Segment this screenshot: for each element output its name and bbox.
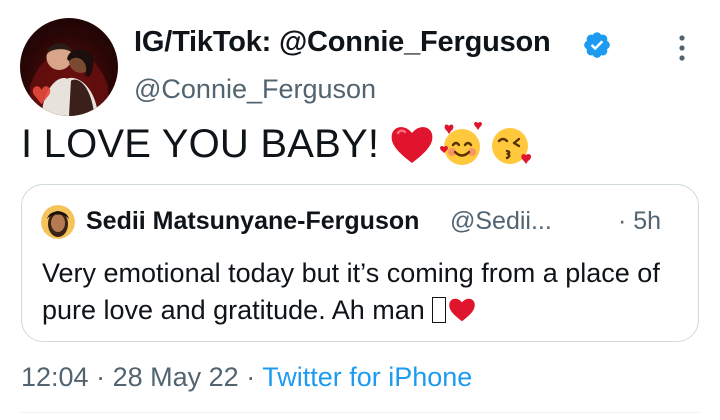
- tweet-metadata: 12:04 · 28 May 22 · Twitter for iPhone: [21, 362, 472, 393]
- quoted-tweet-time[interactable]: · 5h: [618, 207, 661, 236]
- quoted-tweet[interactable]: Sedii Matsunyane-Ferguson @Sedii... · 5h…: [21, 184, 699, 342]
- quoted-author-display-name[interactable]: Sedii Matsunyane-Ferguson: [86, 207, 419, 236]
- tweet-source-link[interactable]: Twitter for iPhone: [262, 362, 472, 392]
- tweet-emoji-row: [388, 121, 536, 169]
- quoted-time-separator: ·: [618, 207, 627, 235]
- tweet-body-text: I LOVE YOU BABY!: [21, 122, 380, 166]
- tweet-card: IG/TikTok: @Connie_Ferguson @Connie_Ferg…: [0, 0, 720, 420]
- tweet-time[interactable]: 12:04: [21, 362, 89, 392]
- face-blowing-a-kiss-emoji-icon: [492, 128, 532, 164]
- verified-badge-icon: [584, 32, 610, 58]
- quoted-tweet-body: Very emotional today but it’s coming fro…: [42, 258, 660, 325]
- quoted-author-handle[interactable]: @Sedii...: [450, 207, 552, 236]
- quoted-author-avatar[interactable]: [41, 205, 75, 239]
- avatar-photo: [29, 43, 109, 116]
- tweet-date[interactable]: 28 May 22: [113, 362, 239, 392]
- author-handle[interactable]: @Connie_Ferguson: [134, 74, 376, 105]
- quoted-time-value: 5h: [633, 207, 662, 235]
- meta-separator: ·: [96, 362, 106, 392]
- author-display-name[interactable]: IG/TikTok: @Connie_Ferguson: [134, 26, 551, 59]
- red-heart-emoji-icon: [449, 298, 476, 322]
- more-options-icon[interactable]: [676, 34, 688, 62]
- divider: [20, 412, 700, 413]
- missing-glyph-icon: [432, 297, 447, 323]
- quoted-tweet-text: Very emotional today but it’s coming fro…: [42, 255, 682, 329]
- meta-separator: ·: [246, 362, 256, 392]
- quoted-avatar-photo: [41, 205, 75, 239]
- smiling-face-with-hearts-emoji-icon: [440, 121, 482, 165]
- red-heart-emoji-icon: [391, 127, 433, 163]
- author-avatar[interactable]: [20, 18, 118, 116]
